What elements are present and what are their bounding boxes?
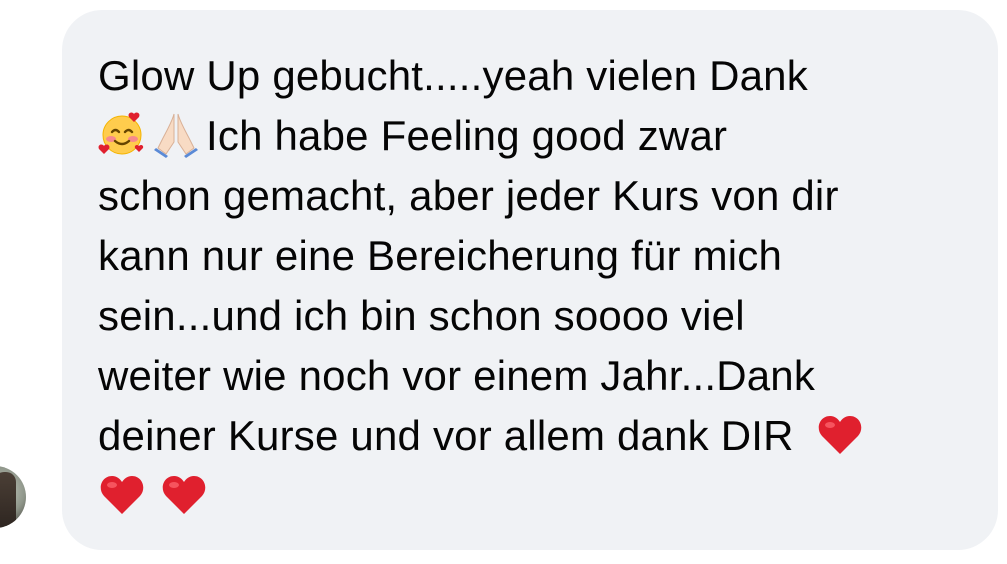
- smiling-face-with-hearts-icon: [98, 110, 146, 158]
- message-line-text: Glow Up gebucht.....yeah vielen Dank: [98, 52, 808, 99]
- avatar-hair: [0, 472, 16, 528]
- message-line: weiter wie noch vor einem Jahr...Dank: [98, 346, 978, 406]
- red-heart-icon: [98, 470, 146, 518]
- message-text: Glow Up gebucht.....yeah vielen Dank Ich…: [98, 46, 978, 526]
- message-line-text: weiter wie noch vor einem Jahr...Dank: [98, 352, 816, 399]
- folded-hands-icon: [152, 110, 200, 158]
- message-line-text: schon gemacht, aber jeder Kurs von dir: [98, 172, 839, 219]
- message-line: schon gemacht, aber jeder Kurs von dir: [98, 166, 978, 226]
- message-line: deiner Kurse und vor allem dank DIR: [98, 406, 978, 466]
- message-line-text: deiner Kurse und vor allem dank DIR: [98, 412, 794, 459]
- message-line-text: sein...und ich bin schon soooo viel: [98, 292, 745, 339]
- chat-screen: Glow Up gebucht.....yeah vielen Dank Ich…: [0, 0, 1007, 564]
- red-heart-icon: [160, 470, 208, 518]
- message-line: Glow Up gebucht.....yeah vielen Dank: [98, 46, 978, 106]
- avatar[interactable]: [0, 466, 26, 528]
- message-line-text: kann nur eine Bereicherung für mich: [98, 232, 783, 279]
- message-line: Ich habe Feeling good zwar: [98, 106, 978, 166]
- message-line: [98, 466, 978, 526]
- message-bubble[interactable]: Glow Up gebucht.....yeah vielen Dank Ich…: [62, 10, 998, 550]
- message-line: kann nur eine Bereicherung für mich: [98, 226, 978, 286]
- message-line-text: Ich habe Feeling good zwar: [206, 112, 728, 159]
- message-line: sein...und ich bin schon soooo viel: [98, 286, 978, 346]
- red-heart-icon: [816, 410, 864, 458]
